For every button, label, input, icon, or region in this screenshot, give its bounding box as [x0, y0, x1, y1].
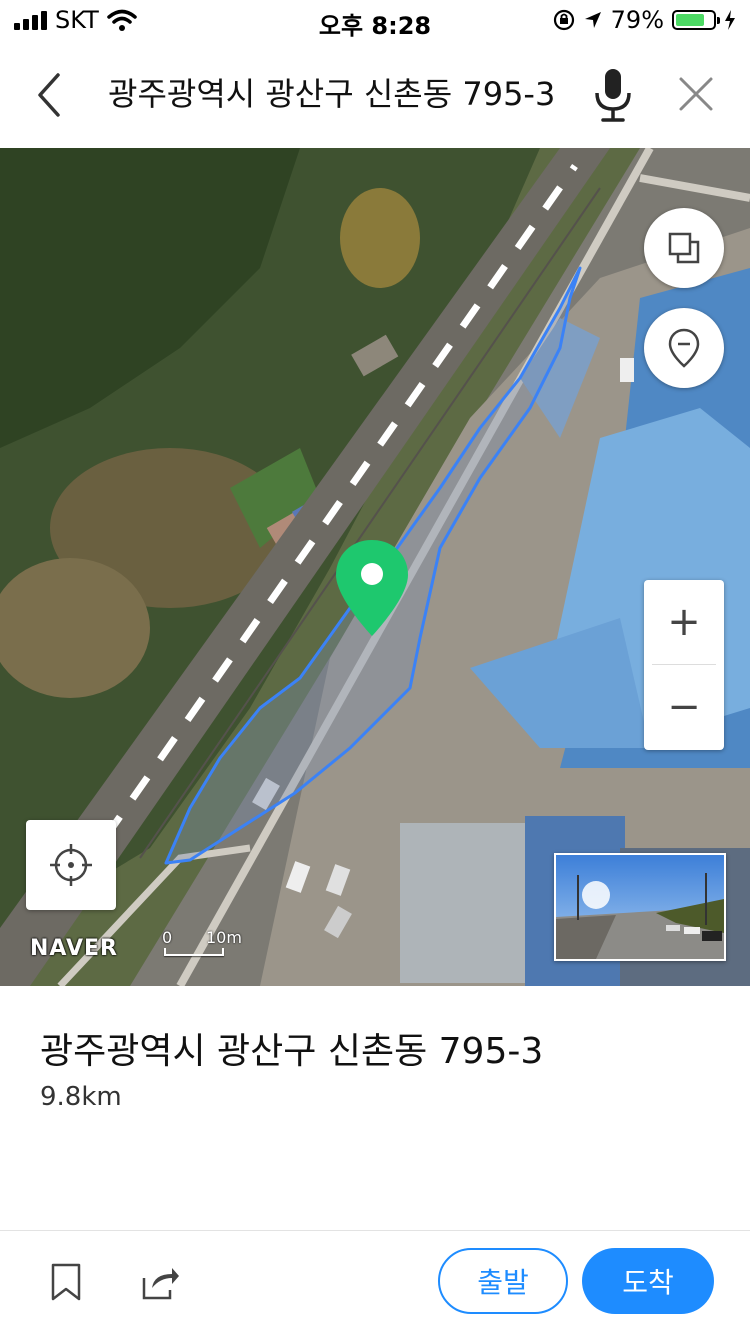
back-button[interactable] [24, 68, 74, 122]
location-arrow-icon [584, 12, 601, 28]
pin-outline-icon [668, 328, 700, 368]
layers-button[interactable] [644, 208, 724, 288]
zoom-in-button[interactable]: + [644, 580, 724, 664]
zoom-out-button[interactable]: − [644, 665, 724, 749]
place-title: 광주광역시 광산구 신촌동 795-3 [40, 1031, 544, 1072]
bookmark-button[interactable] [44, 1260, 88, 1304]
place-distance: 9.8km [40, 1082, 122, 1112]
search-header: 광주광역시 광산구 신촌동 795-3 [0, 40, 750, 148]
back-chevron-icon [38, 73, 60, 117]
scale-end-label: 10m [206, 928, 242, 947]
street-view-image [556, 855, 724, 959]
set-destination-button[interactable]: 도착 [582, 1248, 714, 1314]
set-origin-button[interactable]: 출발 [438, 1248, 568, 1314]
share-button[interactable] [136, 1260, 184, 1304]
bottom-divider [0, 1230, 750, 1231]
satellite-map[interactable]: + − NAVER 0 10m [0, 148, 750, 986]
close-x-icon [679, 77, 713, 111]
map-scale: 0 10m [162, 928, 242, 958]
charging-bolt-icon [725, 10, 735, 30]
battery-icon [672, 10, 720, 30]
layers-icon [668, 232, 700, 264]
pin-button[interactable] [644, 308, 724, 388]
voice-search-button[interactable] [588, 64, 638, 126]
status-bar: SKT 오후 8:28 79% [0, 0, 750, 40]
scale-start-label: 0 [162, 928, 173, 947]
bookmark-icon [51, 1263, 81, 1301]
scale-bar [164, 948, 224, 956]
current-location-button[interactable] [26, 820, 116, 910]
microphone-icon [595, 69, 631, 122]
rotation-lock-icon [553, 9, 574, 31]
street-view-thumbnail[interactable] [554, 853, 726, 961]
zoom-controls: + − [644, 580, 724, 750]
clear-search-button[interactable] [672, 70, 720, 118]
crosshair-icon [50, 844, 92, 886]
map-marker-icon[interactable] [333, 538, 411, 638]
battery-percent: 79% [610, 6, 664, 34]
share-icon [142, 1268, 179, 1300]
search-input[interactable]: 광주광역시 광산구 신촌동 795-3 [108, 70, 555, 118]
naver-logo: NAVER [30, 936, 118, 961]
